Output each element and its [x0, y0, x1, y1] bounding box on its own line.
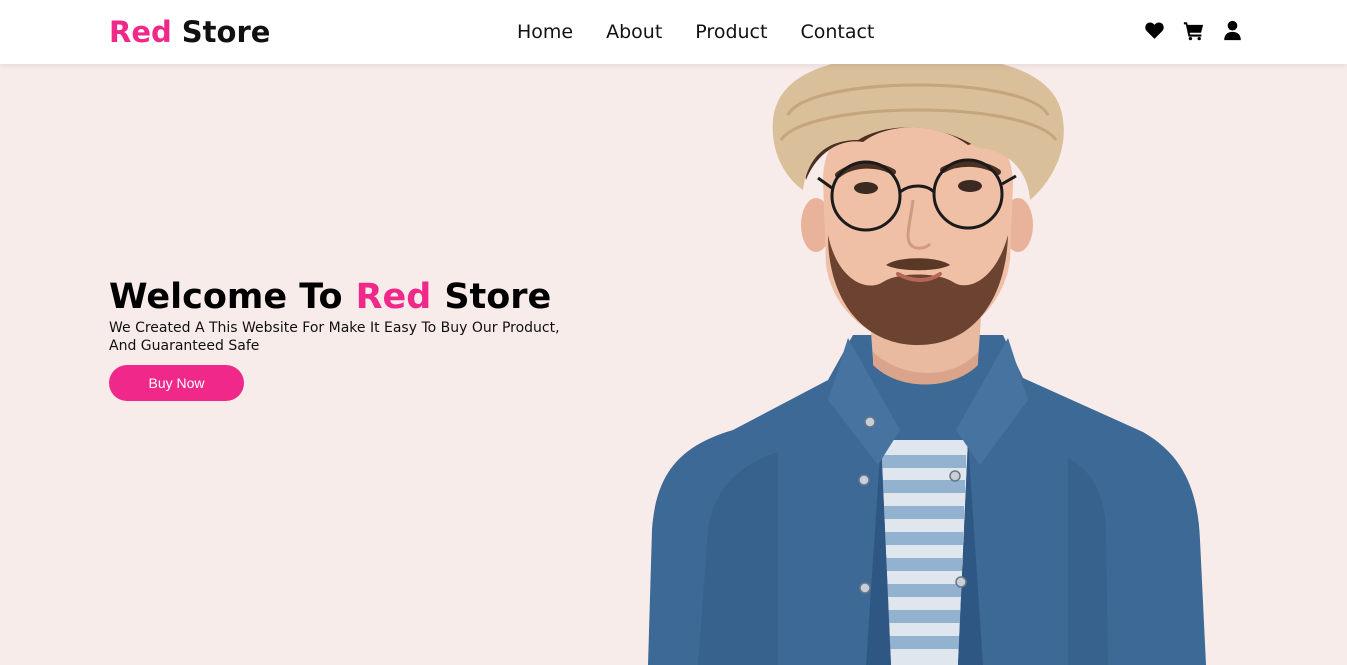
hero-subtitle-line2: And Guaranteed Safe	[109, 338, 260, 354]
hero-title-part1: Welcome To	[109, 277, 343, 317]
brand-logo[interactable]: Red Store	[109, 13, 270, 51]
navbar: Red Store Home About Product Contact	[0, 0, 1347, 64]
brand-logo-text: Store	[181, 15, 271, 49]
buy-now-button[interactable]: Buy Now	[109, 365, 244, 401]
cart-icon[interactable]	[1183, 20, 1204, 41]
main-nav: Home About Product Contact	[517, 18, 907, 46]
hero-subtitle-line1: We Created A This Website For Make It Ea…	[109, 320, 560, 336]
hero-title: Welcome To Red Store	[109, 276, 629, 318]
nav-icon-group	[1144, 20, 1243, 41]
user-icon[interactable]	[1222, 20, 1243, 41]
hero-subtitle: We Created A This Website For Make It Ea…	[109, 319, 629, 355]
nav-link-home[interactable]: Home	[517, 18, 573, 46]
hero-title-part2: Store	[444, 277, 552, 317]
hero-image	[638, 60, 1213, 665]
brand-logo-accent: Red	[109, 15, 172, 49]
nav-link-contact[interactable]: Contact	[800, 18, 874, 46]
nav-link-about[interactable]: About	[606, 18, 662, 46]
hero-section: Welcome To Red Store We Created A This W…	[109, 276, 629, 401]
nav-link-product[interactable]: Product	[695, 18, 767, 46]
heart-icon[interactable]	[1144, 20, 1165, 41]
hero-title-accent: Red	[355, 277, 432, 317]
